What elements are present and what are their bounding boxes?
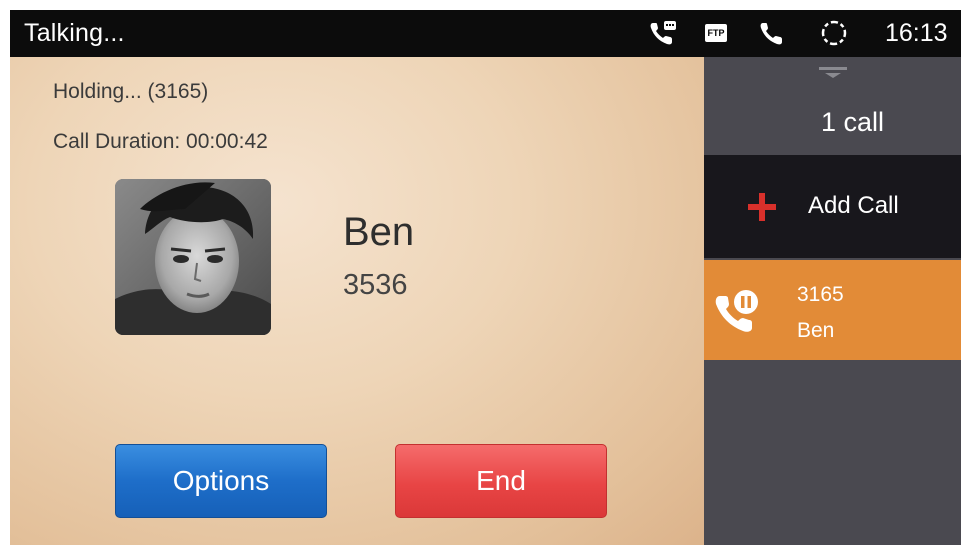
held-call-name: Ben	[797, 319, 835, 342]
end-call-button[interactable]: End	[395, 444, 607, 518]
held-call-item[interactable]: 3165 Ben	[704, 260, 961, 360]
status-title: Talking...	[24, 19, 125, 47]
plus-icon	[748, 193, 776, 221]
held-call-number: 3165	[797, 283, 844, 306]
frame-border-bottom	[0, 545, 961, 551]
call-count: 1 call	[820, 107, 885, 137]
add-call-label: Add Call	[808, 192, 899, 219]
ftp-icon: FTP	[705, 24, 727, 42]
call-list-panel: 1 call Add Call 3165 Ben	[704, 57, 961, 545]
sync-icon	[819, 18, 849, 48]
call-panel: Holding... (3165) Call Duration: 00:00:4…	[10, 57, 704, 545]
add-call-button[interactable]: Add Call	[704, 155, 961, 258]
frame-border-left	[0, 0, 10, 551]
status-time: 16:13	[885, 19, 948, 47]
phone-icon	[758, 20, 786, 48]
status-bar: Talking... FTP 16:13	[10, 10, 961, 57]
contact-name: Ben	[343, 210, 415, 254]
options-button[interactable]: Options	[115, 444, 327, 518]
call-duration: Call Duration: 00:00:42	[53, 130, 268, 153]
holding-status: Holding... (3165)	[53, 80, 209, 103]
contact-number: 3536	[343, 269, 408, 301]
contact-avatar	[115, 179, 271, 335]
voicemail-call-icon	[648, 19, 678, 47]
call-hold-icon	[714, 286, 762, 341]
drag-handle-icon[interactable]	[819, 65, 847, 84]
